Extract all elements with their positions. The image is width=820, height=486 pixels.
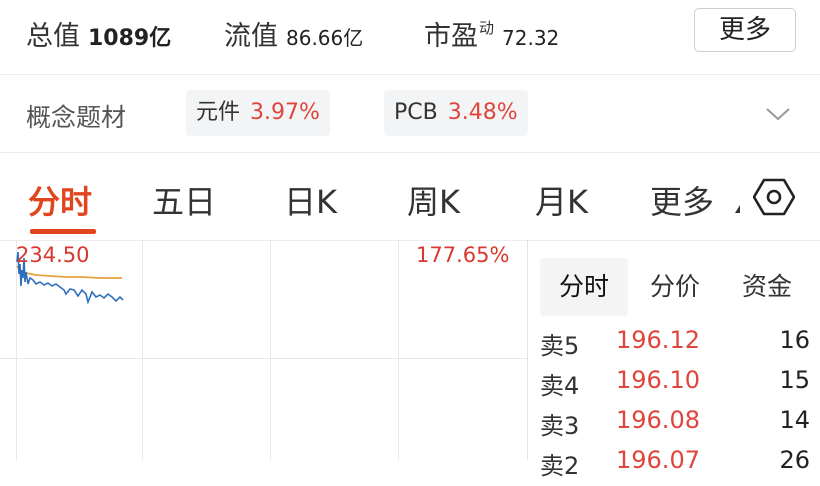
tab-more[interactable]: 更多 [650, 177, 714, 223]
concept-name: 元件 [196, 100, 241, 125]
float-cap-value: 86.66亿 [286, 26, 364, 50]
concept-row: 概念题材 元件 3.97% PCB 3.48% [0, 76, 820, 152]
period-tabs: 分时 五日 日K 周K 月K 更多 [0, 153, 820, 240]
side-panel-tabs: 分时 分价 资金 [540, 258, 820, 318]
tab-daily-k[interactable]: 日K [284, 177, 337, 223]
pe-value: 72.32 [502, 26, 560, 50]
order-side-label: 卖2 [540, 452, 580, 480]
dropdown-triangle-icon [735, 205, 740, 213]
divider [0, 74, 820, 75]
tab-intraday[interactable]: 分时 [28, 177, 92, 223]
tab-five-day[interactable]: 五日 [152, 177, 216, 223]
panel-separator [527, 240, 528, 460]
float-cap-label: 流值 [224, 21, 278, 52]
order-book-row: 卖4 196.10 15 [540, 366, 810, 406]
concept-chip-pcb[interactable]: PCB 3.48% [384, 90, 528, 136]
side-tab-capital-flow[interactable]: 资金 [724, 258, 810, 316]
side-tab-intraday[interactable]: 分时 [540, 258, 628, 316]
intraday-chart[interactable]: 234.50 177.65% [0, 240, 527, 460]
order-price: 196.07 [616, 446, 700, 474]
order-book-row: 卖2 196.07 26 [540, 446, 810, 486]
order-side-label: 卖3 [540, 412, 580, 440]
concept-change: 3.97% [250, 100, 320, 125]
order-book-row: 卖3 196.08 14 [540, 406, 810, 446]
price-lines [16, 251, 124, 305]
float-cap-stat: 流值 86.66亿 [224, 14, 363, 53]
market-cap-value: 1089亿 [88, 26, 172, 51]
side-tab-price-distribution[interactable]: 分价 [634, 258, 716, 316]
valuation-bar: 总值 1089亿 流值 86.66亿 市盈 动 72.32 更多 [0, 0, 820, 72]
pe-stat: 市盈 动 72.32 [424, 14, 559, 53]
order-price: 196.10 [616, 366, 700, 394]
pe-label: 市盈 [424, 21, 478, 52]
order-volume: 15 [779, 366, 810, 394]
order-side-label: 卖4 [540, 372, 580, 400]
order-book-row: 卖5 196.12 16 [540, 326, 810, 366]
price-high-label: 234.50 [16, 243, 90, 267]
tab-weekly-k[interactable]: 周K [407, 177, 460, 223]
order-volume: 26 [779, 446, 810, 474]
concept-change: 3.48% [447, 100, 518, 125]
concept-name: PCB [394, 100, 438, 125]
active-tab-indicator [30, 229, 96, 234]
more-stats-button[interactable]: 更多 [694, 8, 796, 52]
avg-price-line [16, 265, 122, 279]
market-cap-stat: 总值 1089亿 [26, 14, 171, 53]
order-volume: 14 [779, 406, 810, 434]
order-price: 196.12 [616, 326, 700, 354]
pe-dynamic-tag: 动 [479, 19, 495, 37]
tab-monthly-k[interactable]: 月K [535, 177, 588, 223]
chevron-down-icon[interactable] [764, 106, 792, 122]
hexagon-settings-icon[interactable] [753, 176, 795, 218]
order-volume: 16 [779, 326, 810, 354]
order-side-label: 卖5 [540, 332, 580, 360]
order-price: 196.08 [616, 406, 700, 434]
market-cap-label: 总值 [26, 21, 80, 52]
concept-chip-components[interactable]: 元件 3.97% [186, 90, 330, 136]
pct-high-label: 177.65% [416, 243, 510, 267]
concept-label: 概念题材 [26, 103, 127, 132]
